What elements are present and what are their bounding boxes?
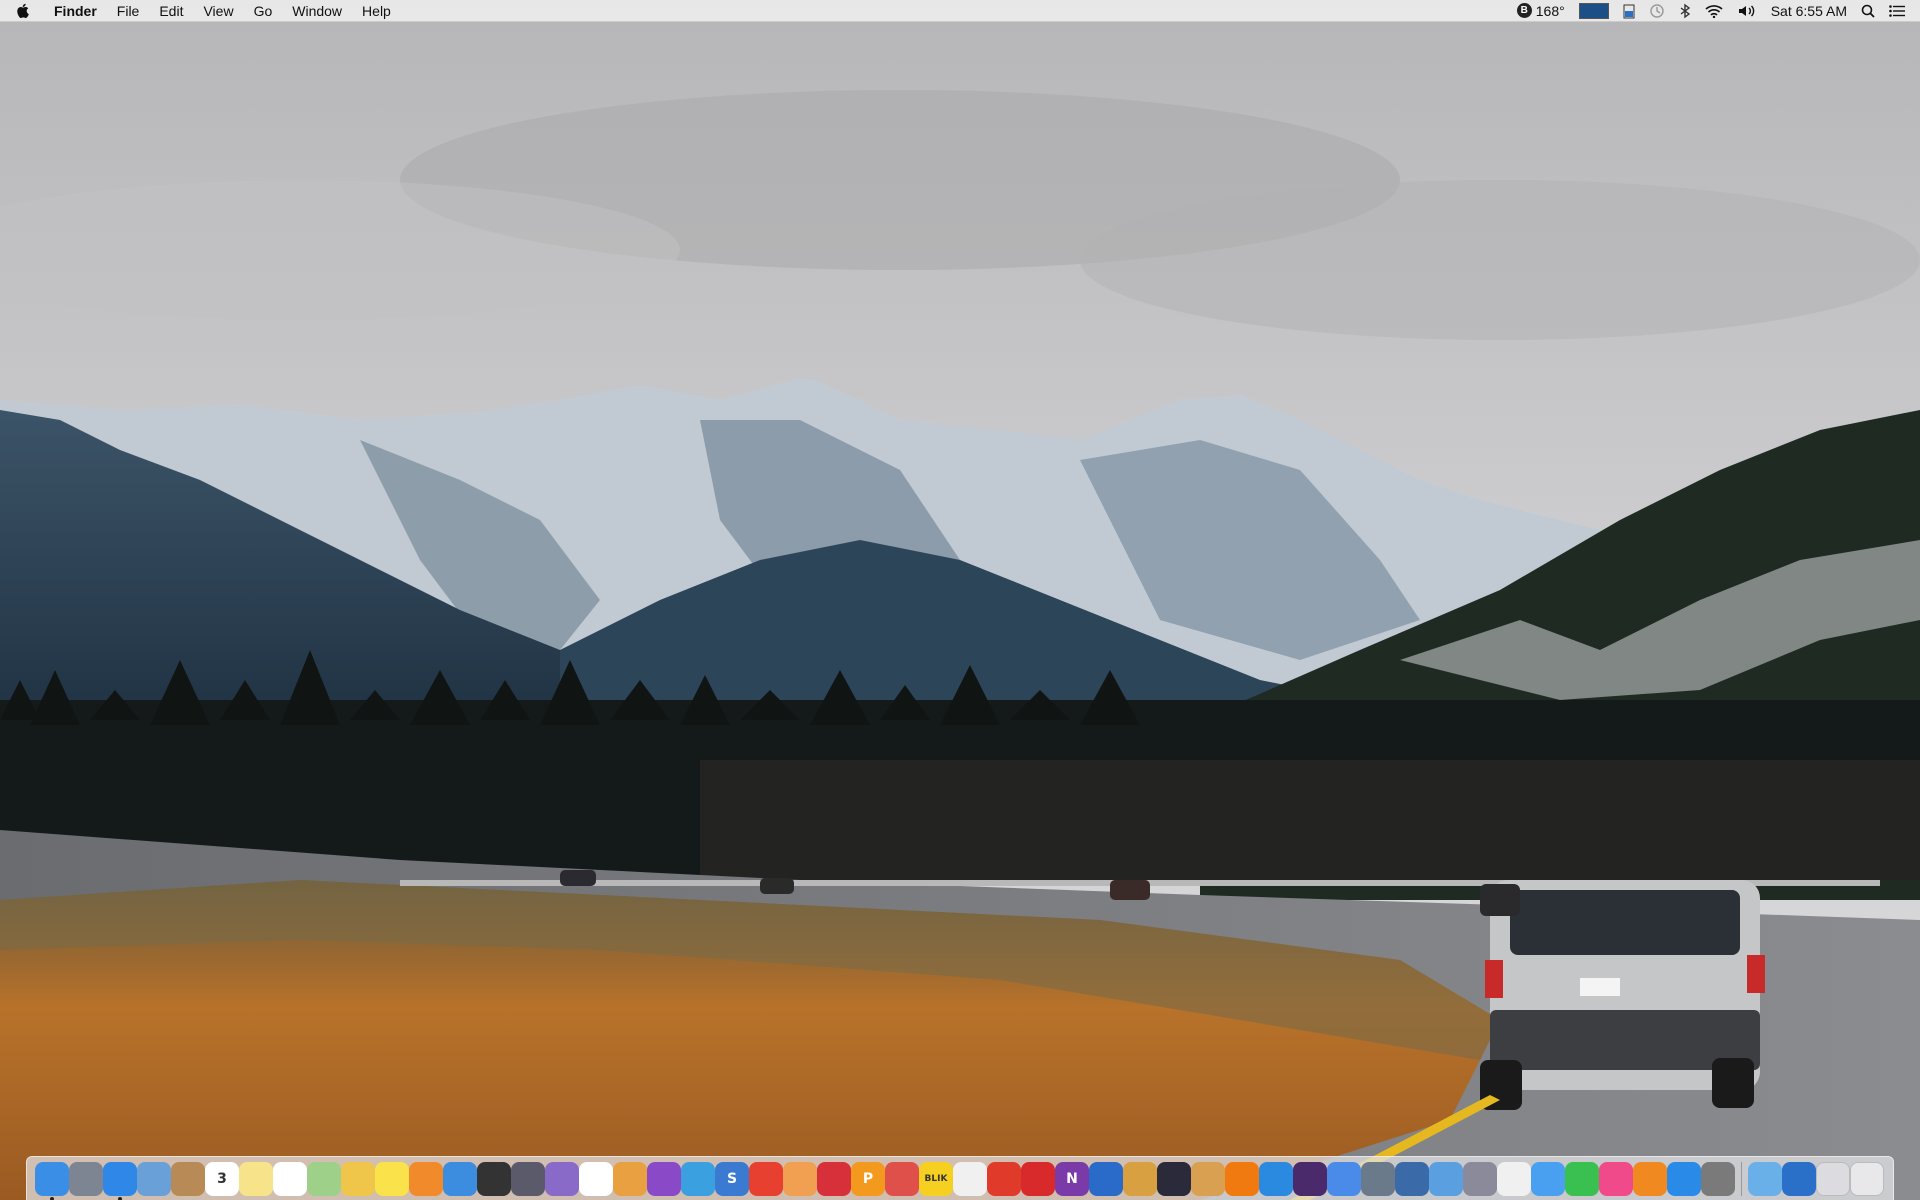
globe-icon[interactable] [1782,1161,1816,1196]
1password-icon[interactable] [1089,1161,1123,1196]
bartender-b-icon: B [1516,3,1532,18]
document-icon[interactable] [953,1161,987,1196]
colorsync-icon[interactable] [783,1161,817,1196]
itunes-icon[interactable] [1599,1161,1633,1196]
battery-meter-icon [1623,4,1635,18]
dock: 3 S P BLIK N [26,1156,1894,1200]
wifi-icon [1705,4,1723,18]
spotlight-search-icon [1861,4,1875,18]
grapher-icon[interactable] [1157,1161,1191,1196]
stickies-icon[interactable] [375,1161,409,1196]
dock-separator [1741,1161,1742,1196]
preview-icon[interactable] [137,1161,171,1196]
menu-help[interactable]: Help [352,0,401,22]
notification-center-status[interactable] [1882,0,1912,22]
temperature-status[interactable]: B 168° [1510,0,1572,22]
app-store-icon[interactable] [1667,1161,1701,1196]
volume-status[interactable] [1730,0,1764,22]
arrow-icon[interactable] [1021,1161,1055,1196]
downloads-stack-icon[interactable] [1816,1161,1850,1196]
reminders-icon[interactable] [273,1161,307,1196]
firefox-icon[interactable] [681,1161,715,1196]
running-indicator [118,1196,122,1200]
desktop-folder-icon[interactable] [1748,1161,1782,1196]
wifi-status[interactable] [1698,0,1730,22]
scrivener-label: S [726,1170,738,1187]
system-preferences-icon[interactable] [1701,1161,1735,1196]
temperature-readout: 168° [1535,2,1565,19]
onenote-icon[interactable]: N [1055,1161,1089,1196]
cleaner-icon[interactable] [647,1161,681,1196]
pushpin-icon[interactable] [817,1161,851,1196]
trash-icon[interactable] [1850,1161,1884,1196]
battery-meter-status[interactable] [1616,0,1642,22]
maps-icon[interactable] [307,1161,341,1196]
blimp-icon[interactable] [749,1161,783,1196]
onenote-label: N [1066,1170,1078,1187]
vpn-icon[interactable] [1395,1161,1429,1196]
spotlight-status[interactable] [1854,0,1882,22]
notification-center-icon [1889,4,1905,17]
calendar-icon[interactable]: 3 [205,1161,239,1196]
app-menu-finder[interactable]: Finder [44,0,107,22]
pages-icon[interactable]: P [851,1161,885,1196]
calendar-label: 3 [217,1170,227,1187]
apple-menu-icon[interactable] [0,0,44,22]
menu-bar: Finder File Edit View Go Window Help B 1… [0,0,1920,22]
downloads-icon[interactable] [443,1161,477,1196]
ibooks-icon[interactable] [1633,1161,1667,1196]
bluetooth-status[interactable] [1672,0,1698,22]
photos-slides-icon[interactable] [545,1161,579,1196]
contacts-icon[interactable] [171,1161,205,1196]
vlc-icon[interactable] [1225,1161,1259,1196]
notes-icon[interactable] [239,1161,273,1196]
pinwheel-icon[interactable] [1123,1161,1157,1196]
safari-icon[interactable] [103,1161,137,1200]
photos-icon[interactable] [1497,1161,1531,1196]
pin-icon[interactable] [409,1161,443,1196]
spray-icon[interactable] [1463,1161,1497,1196]
scanner-icon[interactable] [613,1161,647,1196]
menu-go[interactable]: Go [244,0,283,22]
record-icon[interactable] [987,1161,1021,1196]
volume-icon [1738,5,1755,16]
scrivener-icon[interactable]: S [715,1161,749,1196]
messages-icon[interactable] [1531,1161,1565,1196]
activity-graph-status[interactable] [1572,0,1616,22]
bluetooth-icon [1680,3,1690,18]
blik-icon[interactable]: BLIK [919,1161,953,1196]
activity-graph-icon [1578,2,1609,19]
menu-window[interactable]: Window [282,0,352,22]
time-machine-icon [1650,3,1664,18]
script-icon[interactable] [1191,1161,1225,1196]
hand-icon[interactable] [885,1161,919,1196]
ice-icon[interactable] [1429,1161,1463,1196]
running-indicator [50,1196,54,1200]
cursor-icon[interactable] [477,1161,511,1196]
finder-icon[interactable] [35,1161,69,1200]
clock-status[interactable]: Sat 6:55 AM [1764,0,1854,22]
link-icon[interactable] [579,1161,613,1196]
pages-label: P [862,1170,874,1187]
desktop-wallpaper [0,0,1920,1200]
disk-icon[interactable] [511,1161,545,1196]
menu-file[interactable]: File [107,0,150,22]
network-icon[interactable] [1361,1161,1395,1196]
launchpad-icon[interactable] [69,1161,103,1196]
player-icon[interactable] [1259,1161,1293,1196]
blik-label: BLIK [924,1173,948,1184]
music-player-icon[interactable] [1293,1161,1327,1196]
time-machine-status[interactable] [1642,0,1672,22]
menu-edit[interactable]: Edit [149,0,193,22]
menu-view[interactable]: View [193,0,243,22]
chrome-icon[interactable] [1327,1161,1361,1196]
facetime-icon[interactable] [1565,1161,1599,1196]
todo-icon[interactable] [341,1161,375,1196]
